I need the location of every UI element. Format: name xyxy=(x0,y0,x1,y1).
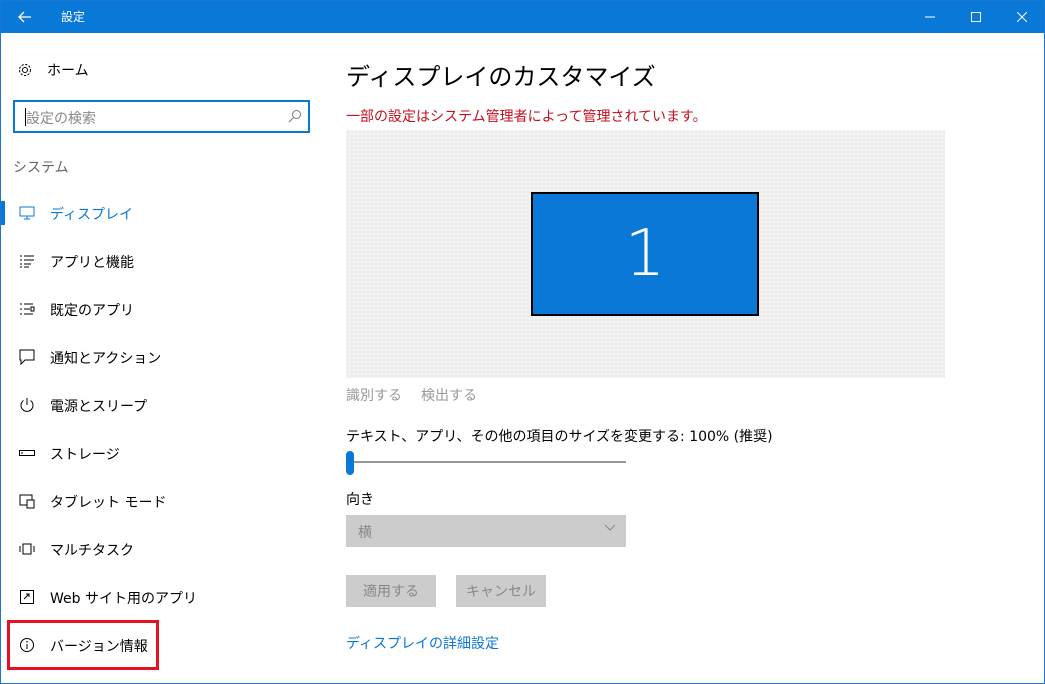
sidebar-item-label: マルチタスク xyxy=(50,543,134,559)
chevron-down-icon xyxy=(604,524,616,531)
sidebar-item-power[interactable]: 電源とスリープ xyxy=(1,385,324,425)
close-button[interactable] xyxy=(999,1,1045,33)
sidebar-item-label: アプリと機能 xyxy=(50,255,134,271)
sidebar-item-web-apps[interactable]: Web サイト用のアプリ xyxy=(1,577,324,617)
search-input[interactable]: 設定の検索 xyxy=(13,100,310,133)
active-indicator xyxy=(1,201,5,225)
apps-list-icon xyxy=(18,252,36,270)
orientation-label: 向き xyxy=(346,492,374,508)
storage-icon xyxy=(18,444,36,462)
sidebar-item-label: 既定のアプリ xyxy=(50,303,134,319)
admin-warning: 一部の設定はシステム管理者によって管理されています。 xyxy=(346,109,707,125)
sidebar-item-label: Web サイト用のアプリ xyxy=(50,591,197,607)
close-icon xyxy=(1017,12,1027,22)
gear-icon xyxy=(19,64,31,76)
highlight-annotation-box xyxy=(7,620,159,670)
orientation-select[interactable]: 横 xyxy=(346,515,626,547)
apply-button[interactable]: 適用する xyxy=(346,575,436,607)
sidebar-item-label: ストレージ xyxy=(50,447,120,463)
search-icon xyxy=(288,110,301,123)
sidebar-item-notifications[interactable]: 通知とアクション xyxy=(1,337,324,377)
maximize-button[interactable] xyxy=(953,1,999,33)
scale-label: テキスト、アプリ、その他の項目のサイズを変更する: 100% (推奨) xyxy=(346,429,773,445)
sidebar-item-display[interactable]: ディスプレイ xyxy=(1,193,324,233)
search-placeholder: 設定の検索 xyxy=(26,111,96,127)
sidebar-home[interactable]: ホーム xyxy=(17,59,89,81)
notification-icon xyxy=(18,348,36,366)
default-apps-icon xyxy=(18,300,36,318)
main-content: ディスプレイのカスタマイズ 一部の設定はシステム管理者によって管理されています。… xyxy=(346,33,1036,683)
cancel-button[interactable]: キャンセル xyxy=(456,575,546,607)
advanced-display-settings-link[interactable]: ディスプレイの詳細設定 xyxy=(346,633,499,653)
sidebar-item-default-apps[interactable]: 既定のアプリ xyxy=(1,289,324,329)
window-title: 設定 xyxy=(61,10,86,24)
web-apps-icon xyxy=(18,588,36,606)
page-title: ディスプレイのカスタマイズ xyxy=(346,63,656,91)
sidebar-item-label: タブレット モード xyxy=(50,495,167,511)
maximize-icon xyxy=(971,12,981,22)
identify-link[interactable]: 識別する xyxy=(346,385,402,405)
sidebar-item-label: ディスプレイ xyxy=(50,207,134,223)
tablet-icon xyxy=(18,492,36,510)
home-label: ホーム xyxy=(47,63,89,79)
sidebar-item-apps[interactable]: アプリと機能 xyxy=(1,241,324,281)
monitor-number: 1 xyxy=(624,217,666,291)
sidebar: ホーム 設定の検索 システム ディスプレイ アプリと機能 既定のアプリ 通知とア… xyxy=(1,33,324,683)
monitor-1[interactable]: 1 xyxy=(531,192,759,316)
sidebar-item-tablet-mode[interactable]: タブレット モード xyxy=(1,481,324,521)
settings-window: 設定 ホーム 設定の検索 システム ディスプレイ アプリと機能 既定のアプリ 通… xyxy=(0,0,1045,684)
sidebar-item-storage[interactable]: ストレージ xyxy=(1,433,324,473)
section-heading: システム xyxy=(13,160,69,176)
minimize-button[interactable] xyxy=(907,1,953,33)
detect-link[interactable]: 検出する xyxy=(421,385,477,405)
sidebar-item-multitask[interactable]: マルチタスク xyxy=(1,529,324,569)
title-bar: 設定 xyxy=(1,1,1044,33)
sidebar-item-label: 電源とスリープ xyxy=(50,399,148,415)
back-button[interactable] xyxy=(1,1,49,33)
scale-slider-track[interactable] xyxy=(348,461,626,463)
power-icon xyxy=(18,396,36,414)
orientation-value: 横 xyxy=(358,525,372,541)
scale-slider-thumb[interactable] xyxy=(346,451,354,475)
sidebar-item-label: 通知とアクション xyxy=(50,351,162,367)
display-preview: 1 xyxy=(346,130,945,378)
minimize-icon xyxy=(925,16,935,18)
display-icon xyxy=(18,204,36,222)
multitask-icon xyxy=(18,540,36,558)
back-arrow-icon xyxy=(18,11,31,23)
